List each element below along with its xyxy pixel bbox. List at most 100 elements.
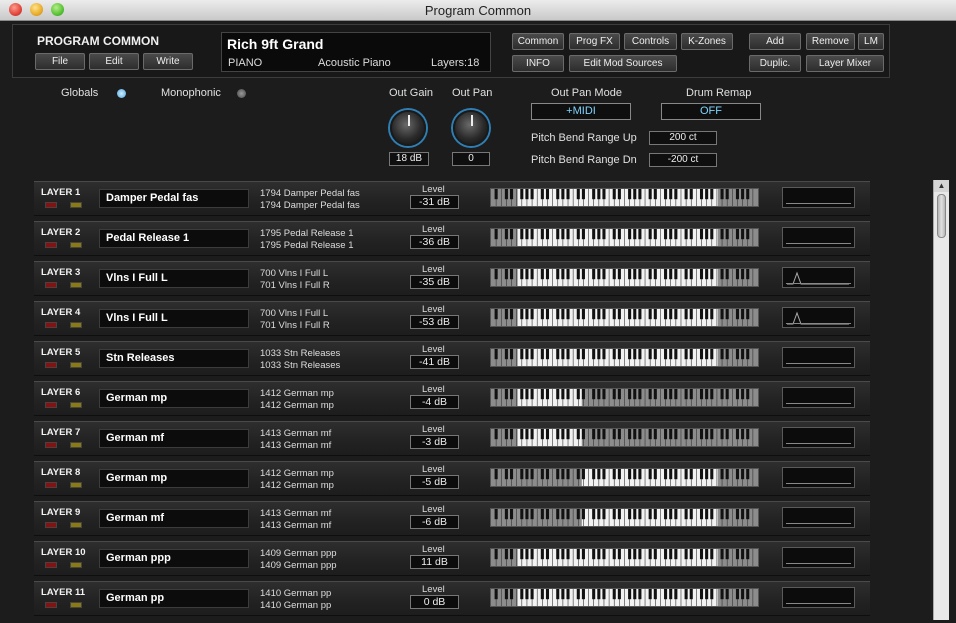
layer-row[interactable]: LAYER 9 German mf 1413 German mf 1413 Ge… (34, 501, 870, 536)
add-layer-button[interactable]: Add (749, 33, 801, 50)
layer-key-range-keyboard[interactable] (490, 268, 759, 287)
layer-name-field[interactable]: Vlns I Full L (99, 309, 249, 328)
layer-envelope-preview[interactable] (782, 307, 855, 328)
layer-row[interactable]: LAYER 5 Stn Releases 1033 Stn Releases 1… (34, 341, 870, 376)
layer-level-value[interactable]: -35 dB (410, 275, 459, 289)
write-button[interactable]: Write (143, 53, 193, 70)
layer-mute-button[interactable] (45, 202, 57, 208)
layer-name-field[interactable]: German mf (99, 509, 249, 528)
layer-mute-button[interactable] (45, 242, 57, 248)
pitch-bend-dn-value[interactable]: -200 ct (649, 153, 717, 167)
layer-name-field[interactable]: German pp (99, 589, 249, 608)
layer-row[interactable]: LAYER 7 German mf 1413 German mf 1413 Ge… (34, 421, 870, 456)
layer-envelope-preview[interactable] (782, 227, 855, 248)
scroll-up-arrow-icon[interactable]: ▲ (934, 180, 949, 192)
layer-key-range-keyboard[interactable] (490, 308, 759, 327)
layer-key-range-keyboard[interactable] (490, 428, 759, 447)
layer-key-range-keyboard[interactable] (490, 468, 759, 487)
layer-name-field[interactable]: German mp (99, 469, 249, 488)
tab-k-zones[interactable]: K-Zones (681, 33, 733, 50)
scrollbar-thumb[interactable] (937, 194, 946, 238)
layer-envelope-preview[interactable] (782, 507, 855, 528)
layer-name-field[interactable]: German mf (99, 429, 249, 448)
layer-solo-button[interactable] (70, 202, 82, 208)
layer-mute-button[interactable] (45, 282, 57, 288)
layer-mute-button[interactable] (45, 322, 57, 328)
layer-solo-button[interactable] (70, 402, 82, 408)
layer-row[interactable]: LAYER 4 Vlns I Full L 700 Vlns I Full L … (34, 301, 870, 336)
file-button[interactable]: File (35, 53, 85, 70)
layer-mute-button[interactable] (45, 482, 57, 488)
layer-key-range-keyboard[interactable] (490, 508, 759, 527)
layer-solo-button[interactable] (70, 322, 82, 328)
layer-envelope-preview[interactable] (782, 187, 855, 208)
layer-name-field[interactable]: German mp (99, 389, 249, 408)
layer-key-range-keyboard[interactable] (490, 348, 759, 367)
layer-name-field[interactable]: Damper Pedal fas (99, 189, 249, 208)
globals-toggle[interactable] (117, 89, 126, 98)
layer-level-value[interactable]: -31 dB (410, 195, 459, 209)
layer-solo-button[interactable] (70, 362, 82, 368)
layer-envelope-preview[interactable] (782, 547, 855, 568)
tab-common[interactable]: Common (512, 33, 564, 50)
layer-row[interactable]: LAYER 11 German pp 1410 German pp 1410 G… (34, 581, 870, 616)
layer-solo-button[interactable] (70, 242, 82, 248)
layer-row[interactable]: LAYER 8 German mp 1412 German mp 1412 Ge… (34, 461, 870, 496)
layer-key-range-keyboard[interactable] (490, 548, 759, 567)
layer-name-field[interactable]: German ppp (99, 549, 249, 568)
edit-button[interactable]: Edit (89, 53, 139, 70)
tab-controls[interactable]: Controls (624, 33, 677, 50)
out-gain-value[interactable]: 18 dB (389, 152, 429, 166)
edit-mod-sources-button[interactable]: Edit Mod Sources (569, 55, 677, 72)
layer-mute-button[interactable] (45, 402, 57, 408)
layer-name-field[interactable]: Pedal Release 1 (99, 229, 249, 248)
layer-mute-button[interactable] (45, 442, 57, 448)
layer-mute-button[interactable] (45, 602, 57, 608)
layer-envelope-preview[interactable] (782, 387, 855, 408)
layer-row[interactable]: LAYER 3 Vlns I Full L 700 Vlns I Full L … (34, 261, 870, 296)
layer-level-value[interactable]: -36 dB (410, 235, 459, 249)
layer-envelope-preview[interactable] (782, 267, 855, 288)
layer-envelope-preview[interactable] (782, 427, 855, 448)
layer-level-value[interactable]: -53 dB (410, 315, 459, 329)
layer-solo-button[interactable] (70, 282, 82, 288)
layer-row[interactable]: LAYER 2 Pedal Release 1 1795 Pedal Relea… (34, 221, 870, 256)
layer-level-value[interactable]: -3 dB (410, 435, 459, 449)
layer-envelope-preview[interactable] (782, 587, 855, 608)
layer-row[interactable]: LAYER 6 German mp 1412 German mp 1412 Ge… (34, 381, 870, 416)
layer-list-scrollbar[interactable]: ▲ (933, 180, 949, 620)
layer-solo-button[interactable] (70, 602, 82, 608)
layer-key-range-keyboard[interactable] (490, 588, 759, 607)
monophonic-toggle[interactable] (237, 89, 246, 98)
pitch-bend-up-value[interactable]: 200 ct (649, 131, 717, 145)
layer-solo-button[interactable] (70, 482, 82, 488)
layer-mute-button[interactable] (45, 522, 57, 528)
layer-level-value[interactable]: 11 dB (410, 555, 459, 569)
layer-key-range-keyboard[interactable] (490, 188, 759, 207)
layer-solo-button[interactable] (70, 522, 82, 528)
out-gain-knob[interactable] (390, 110, 426, 146)
layer-envelope-preview[interactable] (782, 467, 855, 488)
layer-envelope-preview[interactable] (782, 347, 855, 368)
remove-layer-button[interactable]: Remove (806, 33, 855, 50)
layer-mute-button[interactable] (45, 362, 57, 368)
layer-level-value[interactable]: -4 dB (410, 395, 459, 409)
duplicate-layer-button[interactable]: Duplic. (749, 55, 801, 72)
layer-key-range-keyboard[interactable] (490, 388, 759, 407)
layer-level-value[interactable]: -41 dB (410, 355, 459, 369)
tab-prog-fx[interactable]: Prog FX (569, 33, 620, 50)
layer-name-field[interactable]: Stn Releases (99, 349, 249, 368)
tab-info[interactable]: INFO (512, 55, 564, 72)
layer-level-value[interactable]: -5 dB (410, 475, 459, 489)
layer-name-field[interactable]: Vlns I Full L (99, 269, 249, 288)
layer-solo-button[interactable] (70, 442, 82, 448)
out-pan-knob[interactable] (453, 110, 489, 146)
layer-row[interactable]: LAYER 1 Damper Pedal fas 1794 Damper Ped… (34, 181, 870, 216)
layer-level-value[interactable]: 0 dB (410, 595, 459, 609)
drum-remap-select[interactable]: OFF (661, 103, 761, 120)
layer-row[interactable]: LAYER 10 German ppp 1409 German ppp 1409… (34, 541, 870, 576)
layer-mute-button[interactable] (45, 562, 57, 568)
layer-level-value[interactable]: -6 dB (410, 515, 459, 529)
lm-button[interactable]: LM (858, 33, 884, 50)
out-pan-value[interactable]: 0 (452, 152, 490, 166)
